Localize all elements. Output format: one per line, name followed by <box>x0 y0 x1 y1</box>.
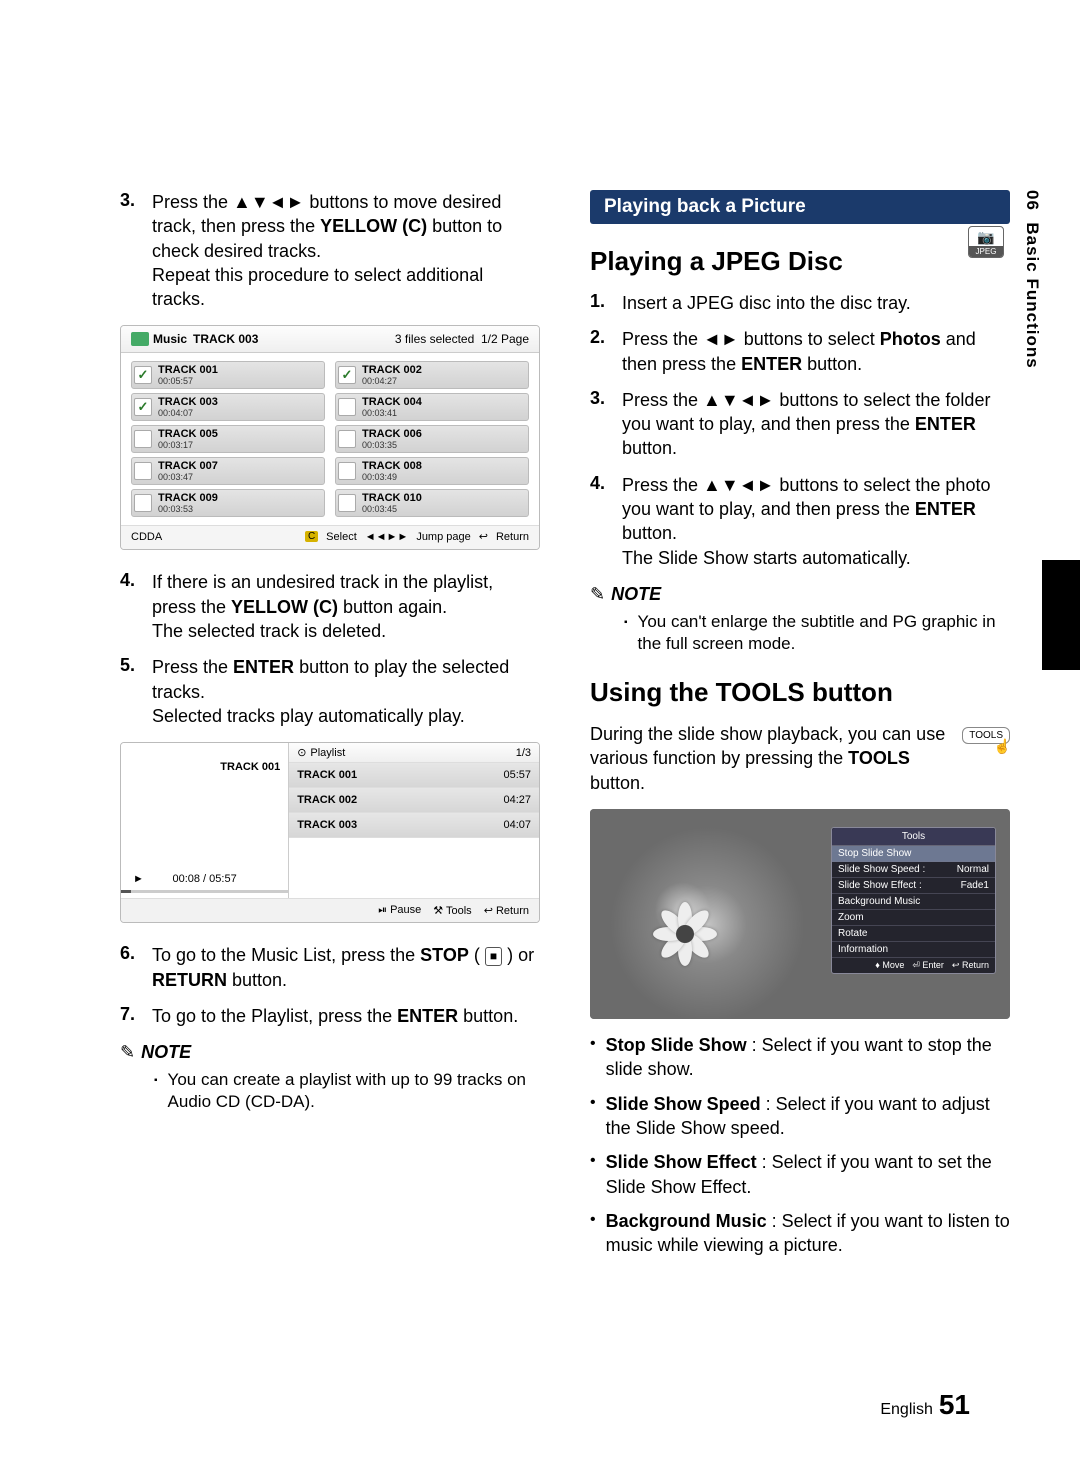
track-cell: TRACK 00600:03:35 <box>335 425 529 453</box>
track-cell: TRACK 00800:03:49 <box>335 457 529 485</box>
yellow-c-icon: C <box>305 531 318 542</box>
heading-jpeg-disc: Playing a JPEG Disc <box>590 246 1010 277</box>
bullet-item: •Slide Show Effect : Select if you want … <box>590 1150 1010 1199</box>
check-icon: ✓ <box>134 398 152 416</box>
track-cell: TRACK 01000:03:45 <box>335 489 529 517</box>
playlist-screenshot: TRACK 001 ► 00:08 / 05:57 ⊙Playlist 1/3 … <box>120 742 540 923</box>
playlist-row: TRACK 00304:07 <box>289 813 539 838</box>
tools-menu-screenshot: Tools Stop Slide ShowSlide Show Speed :N… <box>590 809 1010 1019</box>
note-item: ▪ You can't enlarge the subtitle and PG … <box>590 611 1010 655</box>
jpeg-step-2: 2. Press the ◄► buttons to select Photos… <box>590 327 1010 376</box>
track-cell: ✓TRACK 00200:04:27 <box>335 361 529 389</box>
jpeg-step-1: 1. Insert a JPEG disc into the disc tray… <box>590 291 1010 315</box>
music-list-screenshot: Music TRACK 003 3 files selected 1/2 Pag… <box>120 325 540 550</box>
tools-icon: ⚒ <box>433 905 443 917</box>
tools-menu-item: Slide Show Effect :Fade1 <box>832 878 995 894</box>
bullet-icon: • <box>590 1150 596 1199</box>
return-icon: ↩ <box>479 530 488 543</box>
tools-paragraph: During the slide show playback, you can … <box>590 722 1010 795</box>
check-icon <box>338 430 356 448</box>
step-5: 5. Press the ENTER button to play the se… <box>120 655 540 728</box>
note-item: ▪ You can create a playlist with up to 9… <box>120 1069 540 1113</box>
page-footer: English51 <box>880 1389 970 1421</box>
step-6: 6. To go to the Music List, press the ST… <box>120 943 540 992</box>
play-icon: ► <box>133 873 144 885</box>
check-icon <box>134 462 152 480</box>
move-icon: ♦ <box>875 960 880 970</box>
progress-bar <box>121 890 288 893</box>
note-heading: ✎ NOTE <box>120 1042 540 1063</box>
tools-menu-item: Background Music <box>832 894 995 910</box>
section-bar: Playing back a Picture <box>590 190 1010 224</box>
check-icon <box>134 430 152 448</box>
track-cell: TRACK 00400:03:41 <box>335 393 529 421</box>
check-icon: ✓ <box>134 366 152 384</box>
check-icon <box>338 494 356 512</box>
pause-icon: ⏯ <box>378 904 387 916</box>
jpeg-step-3: 3. Press the ▲▼◄► buttons to select the … <box>590 388 1010 461</box>
tools-menu-item: Stop Slide Show <box>832 846 995 862</box>
bullet-icon: • <box>590 1209 596 1258</box>
jpeg-step-4: 4. Press the ▲▼◄► buttons to select the … <box>590 473 1010 570</box>
note-icon: ✎ <box>590 584 605 605</box>
track-cell: ✓TRACK 00300:04:07 <box>131 393 325 421</box>
note-icon: ✎ <box>120 1042 135 1063</box>
dpad-icon: ▲▼◄► <box>703 475 774 495</box>
enter-icon: ⏎ <box>912 960 920 970</box>
track-cell: TRACK 00700:03:47 <box>131 457 325 485</box>
square-bullet-icon: ▪ <box>154 1074 158 1113</box>
bullet-item: •Slide Show Speed : Select if you want t… <box>590 1092 1010 1141</box>
track-cell: ✓TRACK 00100:05:57 <box>131 361 325 389</box>
music-icon <box>131 332 149 346</box>
bullet-icon: • <box>590 1033 596 1082</box>
playlist-icon: ⊙ <box>297 746 306 759</box>
dpad-icon: ▲▼◄► <box>703 390 774 410</box>
return-icon: ↩ <box>484 905 493 917</box>
check-icon <box>338 398 356 416</box>
square-bullet-icon: ▪ <box>624 616 628 655</box>
flower-image <box>650 899 720 969</box>
playlist-row: TRACK 00105:57 <box>289 763 539 788</box>
playlist-row: TRACK 00204:27 <box>289 788 539 813</box>
dpad-icon: ▲▼◄► <box>233 192 304 212</box>
track-cell: TRACK 00900:03:53 <box>131 489 325 517</box>
step-7: 7. To go to the Playlist, press the ENTE… <box>120 1004 540 1028</box>
bullet-icon: • <box>590 1092 596 1141</box>
tools-panel: Tools Stop Slide ShowSlide Show Speed :N… <box>831 827 996 974</box>
right-column: Playing back a Picture Playing a JPEG Di… <box>590 190 1010 1267</box>
jump-icon: ◄◄►► <box>365 531 409 543</box>
check-icon <box>134 494 152 512</box>
heading-tools: Using the TOOLS button <box>590 677 1010 708</box>
stop-icon: ■ <box>485 947 502 965</box>
check-icon <box>338 462 356 480</box>
left-column: 3. Press the ▲▼◄► buttons to move desire… <box>120 190 550 1267</box>
lr-icon: ◄► <box>703 329 739 349</box>
tools-menu-item: Rotate <box>832 926 995 942</box>
note-heading: ✎ NOTE <box>590 584 1010 605</box>
return-icon: ↩ <box>952 960 960 970</box>
tools-button-icon: TOOLS <box>962 727 1010 744</box>
tools-menu-item: Information <box>832 942 995 958</box>
bullet-item: •Background Music : Select if you want t… <box>590 1209 1010 1258</box>
track-cell: TRACK 00500:03:17 <box>131 425 325 453</box>
step-3: 3. Press the ▲▼◄► buttons to move desire… <box>120 190 540 311</box>
check-icon: ✓ <box>338 366 356 384</box>
tools-menu-item: Slide Show Speed :Normal <box>832 862 995 878</box>
tools-menu-item: Zoom <box>832 910 995 926</box>
bullet-item: •Stop Slide Show : Select if you want to… <box>590 1033 1010 1082</box>
step-4: 4. If there is an undesired track in the… <box>120 570 540 643</box>
